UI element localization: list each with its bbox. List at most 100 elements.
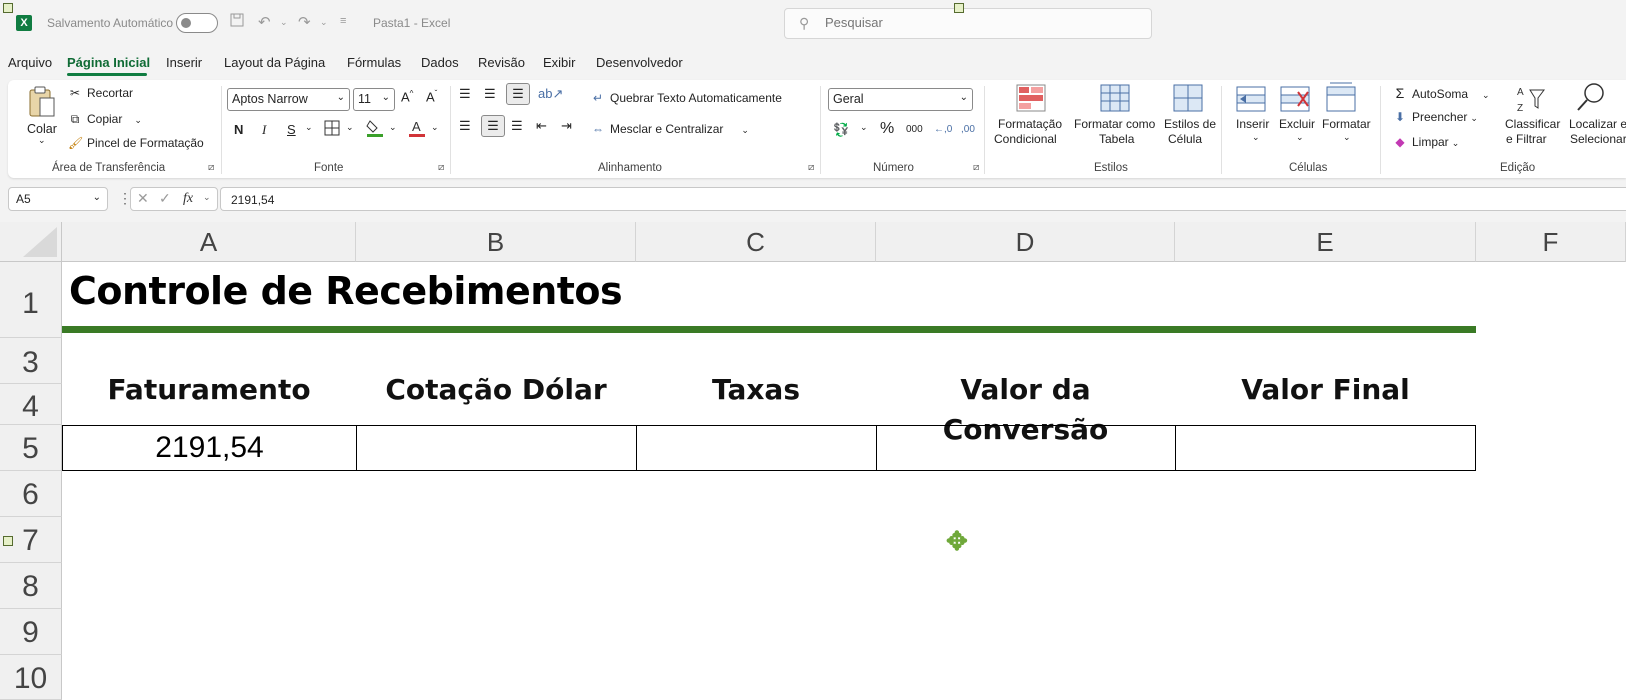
header-cell-valor-final[interactable]: Valor Final — [1175, 370, 1476, 410]
italic-button[interactable]: I — [262, 122, 266, 138]
select-all-button[interactable] — [0, 222, 62, 262]
percent-icon[interactable]: % — [880, 120, 894, 138]
conditional-formatting-label-1[interactable]: Formatação — [998, 117, 1062, 131]
cell-a5[interactable]: 2191,54 — [63, 426, 357, 470]
tab-desenvolvedor[interactable]: Desenvolvedor — [596, 55, 683, 70]
cell-d5[interactable] — [877, 426, 1176, 470]
confirm-icon[interactable]: ✓ — [159, 190, 171, 207]
cell-e5[interactable] — [1176, 426, 1475, 470]
conditional-formatting-label-2[interactable]: Condicional — [994, 132, 1057, 146]
row-header-8[interactable]: 8 — [0, 563, 62, 609]
header-cell-cotacao-dolar[interactable]: Cotação Dólar — [356, 370, 636, 410]
insert-function-icon[interactable]: fx — [183, 191, 193, 207]
chevron-down-icon[interactable]: ⌄ — [203, 192, 211, 203]
redo-dropdown-icon[interactable]: ⌄ — [320, 17, 328, 28]
formula-input[interactable]: 2191,54 — [220, 187, 1626, 211]
bold-button[interactable]: N — [234, 122, 243, 137]
font-name-select[interactable]: Aptos Narrow ⌄ — [227, 88, 350, 111]
align-bottom-icon[interactable]: ☰ — [506, 83, 530, 105]
row-header-6[interactable]: 6 — [0, 471, 62, 517]
align-center-icon[interactable]: ☰ — [481, 115, 505, 137]
tab-pagina-inicial[interactable]: Página Inicial — [67, 55, 150, 70]
cell-styles-label-1[interactable]: Estilos de — [1164, 117, 1216, 131]
sort-filter-label-1[interactable]: Classificar — [1505, 117, 1560, 131]
merge-center-button[interactable]: ⇔ Mesclar e Centralizar ⌄ — [591, 122, 749, 136]
accounting-dropdown-icon[interactable]: ⌄ — [860, 122, 868, 133]
undo-dropdown-icon[interactable]: ⌄ — [280, 17, 288, 28]
delete-cells-icon[interactable] — [1280, 86, 1310, 115]
shape-handle[interactable] — [3, 536, 13, 546]
number-format-select[interactable]: Geral ⌄ — [828, 88, 973, 111]
column-header-d[interactable]: D — [876, 222, 1175, 262]
copy-button[interactable]: ⧉ Copiar ⌄ — [68, 112, 142, 127]
title-underline-shape[interactable] — [62, 326, 1476, 333]
paste-dropdown-icon[interactable]: ⌄ — [38, 135, 46, 146]
format-cells-label[interactable]: Formatar — [1322, 117, 1371, 131]
row-header-5[interactable]: 5 — [0, 425, 62, 471]
decrease-indent-icon[interactable]: ⇤ — [536, 118, 547, 134]
insert-cells-label[interactable]: Inserir — [1236, 117, 1269, 131]
shape-handle[interactable] — [954, 3, 964, 13]
format-dropdown-icon[interactable]: ⌄ — [1343, 132, 1351, 143]
accounting-icon[interactable]: 💱 — [833, 122, 849, 138]
font-color-dropdown-icon[interactable]: ⌄ — [431, 122, 439, 133]
header-cell-valor-conversao[interactable]: Valor da Conversão — [876, 370, 1175, 446]
find-select-icon[interactable] — [1576, 82, 1606, 117]
row-header-10[interactable]: 10 — [0, 655, 62, 700]
tab-layout[interactable]: Layout da Página — [224, 55, 325, 70]
format-as-table-icon[interactable] — [1100, 84, 1130, 115]
paste-button[interactable]: Colar — [27, 122, 57, 136]
search-input[interactable] — [825, 15, 1125, 30]
underline-dropdown-icon[interactable]: ⌄ — [305, 122, 313, 133]
column-header-b[interactable]: B — [356, 222, 636, 262]
orientation-icon[interactable]: ab↗ — [538, 86, 563, 102]
cell-b5[interactable] — [357, 426, 637, 470]
insert-dropdown-icon[interactable]: ⌄ — [1252, 132, 1260, 143]
find-select-label-1[interactable]: Localizar e — [1569, 117, 1626, 131]
font-size-select[interactable]: 11 ⌄ — [353, 88, 395, 111]
decrease-font-icon[interactable]: Aˇ — [426, 89, 437, 104]
tab-dados[interactable]: Dados — [421, 55, 459, 70]
format-as-table-label-2[interactable]: Tabela — [1099, 132, 1134, 146]
conditional-formatting-icon[interactable] — [1016, 84, 1046, 115]
sheet-title-cell[interactable]: Controle de Recebimentos — [69, 269, 623, 313]
decrease-decimal-icon[interactable]: ,00 — [961, 124, 975, 135]
row-header-4[interactable]: 4 — [0, 384, 62, 425]
cell-styles-label-2[interactable]: Célula — [1168, 132, 1202, 146]
column-header-f[interactable]: F — [1476, 222, 1626, 262]
row-header-3[interactable]: 3 — [0, 338, 62, 384]
column-header-e[interactable]: E — [1175, 222, 1476, 262]
cell-styles-icon[interactable] — [1173, 84, 1203, 115]
increase-font-icon[interactable]: A^ — [401, 89, 413, 104]
number-launcher-icon[interactable]: ⧄ — [973, 162, 979, 173]
tab-exibir[interactable]: Exibir — [543, 55, 576, 70]
sort-filter-icon[interactable]: AZ — [1516, 84, 1546, 117]
cell-c5[interactable] — [637, 426, 877, 470]
borders-dropdown-icon[interactable]: ⌄ — [346, 122, 354, 133]
format-painter-button[interactable]: 🖌 Pincel de Formatação — [68, 136, 204, 150]
row-header-1[interactable]: 1 — [0, 262, 62, 338]
cancel-icon[interactable]: ✕ — [137, 190, 149, 207]
font-launcher-icon[interactable]: ⧄ — [438, 162, 444, 173]
find-select-label-2[interactable]: Selecionar — [1570, 132, 1626, 146]
clear-button[interactable]: ◆ Limpar ⌄ — [1393, 135, 1459, 149]
delete-cells-label[interactable]: Excluir — [1279, 117, 1315, 131]
tab-inserir[interactable]: Inserir — [166, 55, 202, 70]
shape-handle[interactable] — [3, 3, 13, 13]
tab-formulas[interactable]: Fórmulas — [347, 55, 401, 70]
clipboard-launcher-icon[interactable]: ⧄ — [208, 162, 214, 173]
name-box[interactable]: A5 ⌄ — [8, 187, 108, 211]
column-header-c[interactable]: C — [636, 222, 876, 262]
underline-button[interactable]: S — [287, 122, 296, 137]
font-color-icon[interactable]: A — [408, 118, 426, 141]
customize-toolbar-icon[interactable]: ≡ — [340, 15, 346, 27]
align-top-icon[interactable]: ☰ — [459, 86, 471, 102]
column-header-a[interactable]: A — [62, 222, 356, 262]
fill-color-dropdown-icon[interactable]: ⌄ — [389, 122, 397, 133]
insert-cells-icon[interactable] — [1236, 86, 1266, 115]
fill-color-icon[interactable] — [366, 118, 384, 141]
search-box[interactable]: ⚲ — [784, 8, 1152, 39]
row-header-9[interactable]: 9 — [0, 609, 62, 655]
align-middle-icon[interactable]: ☰ — [484, 86, 496, 102]
header-cell-faturamento[interactable]: Faturamento — [62, 370, 356, 410]
